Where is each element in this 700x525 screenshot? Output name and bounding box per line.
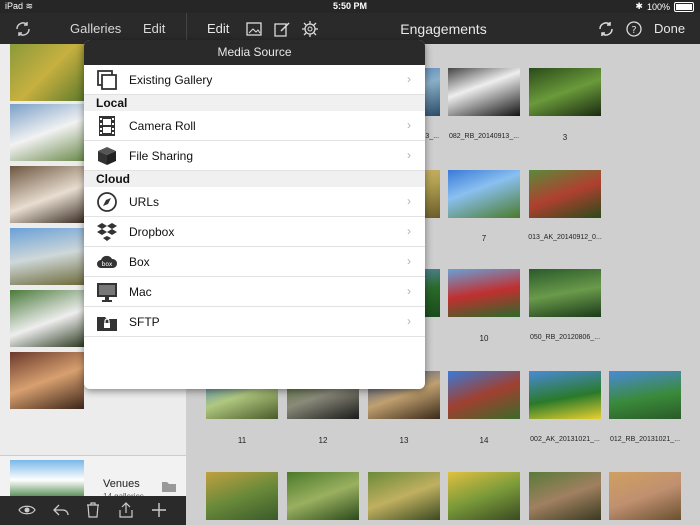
battery-percent: 100%	[646, 1, 670, 12]
media-source-popover: Media Source Existing Gallery › Local Ca…	[84, 40, 425, 389]
mac-label: Mac	[129, 285, 152, 299]
chevron-right-icon: ›	[407, 224, 411, 238]
file-sharing-label: File Sharing	[129, 149, 194, 163]
photo-label: 14	[479, 436, 489, 445]
photo-thumb[interactable]	[529, 269, 601, 317]
chevron-right-icon: ›	[407, 314, 411, 328]
chevron-right-icon: ›	[407, 254, 411, 268]
photo-label: 3	[562, 133, 568, 142]
photo-thumb[interactable]	[609, 371, 681, 419]
chevron-right-icon: ›	[407, 118, 411, 132]
folder-icon	[162, 482, 176, 492]
photo-label: 013_AK_20140912_0...	[528, 234, 602, 241]
lock-folder-icon	[97, 317, 117, 331]
battery-icon	[674, 1, 694, 12]
camera-roll-label: Camera Roll	[129, 119, 196, 133]
photo-thumb[interactable]	[448, 170, 520, 218]
help-icon[interactable]: ?	[625, 20, 643, 38]
chevron-right-icon: ›	[407, 72, 411, 86]
sftp-row[interactable]: SFTP ›	[84, 307, 425, 337]
svg-text:?: ?	[631, 25, 636, 36]
compass-icon	[97, 192, 117, 212]
monitor-icon	[97, 283, 117, 302]
box-label: Box	[129, 255, 150, 269]
gallery-thumb[interactable]	[10, 104, 84, 161]
eye-icon[interactable]	[18, 501, 36, 519]
status-time: 5:50 PM	[332, 1, 367, 11]
chevron-right-icon: ›	[407, 148, 411, 162]
photo-thumb[interactable]	[529, 68, 601, 116]
svg-text:box: box	[102, 261, 113, 268]
mac-row[interactable]: Mac ›	[84, 277, 425, 307]
photo-thumb[interactable]	[368, 472, 440, 520]
photo-thumb[interactable]	[609, 472, 681, 520]
sidebar-edit-button[interactable]: Edit	[143, 21, 165, 36]
gallery-thumb[interactable]	[10, 166, 84, 223]
refresh-icon[interactable]	[597, 20, 615, 38]
bluetooth-icon: ✱	[635, 1, 643, 11]
status-right: ✱ 100%	[635, 1, 694, 12]
gallery-stack-icon	[97, 70, 117, 90]
photo-thumb[interactable]	[206, 472, 278, 520]
sync-settings-icon[interactable]	[14, 20, 32, 38]
photo-label: 7	[481, 234, 487, 243]
gallery-thumb[interactable]	[10, 290, 84, 347]
photo-label: 11	[237, 436, 247, 445]
page-title: Engagements	[400, 21, 487, 37]
popover-title: Media Source	[84, 40, 425, 65]
trash-icon[interactable]	[84, 501, 102, 519]
photo-thumb[interactable]	[448, 68, 520, 116]
photo-label: 10	[479, 334, 489, 343]
photo-thumb[interactable]	[287, 472, 359, 520]
photo-label: 050_RB_20120806_...	[529, 334, 601, 341]
urls-label: URLs	[129, 195, 160, 209]
gallery-thumb[interactable]	[10, 352, 84, 409]
urls-row[interactable]: URLs ›	[84, 187, 425, 217]
photo-label: 082_RB_20140913_...	[448, 133, 520, 140]
photo-label: 002_AK_20131021_...	[530, 436, 600, 443]
done-button[interactable]: Done	[654, 21, 685, 36]
photo-label: 012_RB_20131021_...	[609, 436, 681, 443]
dropbox-row[interactable]: Dropbox ›	[84, 217, 425, 247]
film-strip-icon	[99, 116, 115, 136]
box-package-icon	[98, 147, 116, 165]
existing-gallery-row[interactable]: Existing Gallery ›	[84, 65, 425, 95]
box-cloud-icon: box	[97, 255, 118, 268]
photo-thumb[interactable]	[529, 371, 601, 419]
cloud-section-header: Cloud	[84, 171, 425, 187]
gallery-thumb[interactable]	[10, 228, 84, 285]
share-icon[interactable]	[117, 501, 135, 519]
box-row[interactable]: box Box ›	[84, 247, 425, 277]
file-sharing-row[interactable]: File Sharing ›	[84, 141, 425, 171]
existing-gallery-label: Existing Gallery	[129, 73, 213, 87]
photo-thumb[interactable]	[448, 269, 520, 317]
camera-roll-row[interactable]: Camera Roll ›	[84, 111, 425, 141]
sftp-label: SFTP	[129, 315, 160, 329]
photo-thumb[interactable]	[529, 472, 601, 520]
chevron-right-icon: ›	[407, 284, 411, 298]
reply-icon[interactable]	[52, 501, 70, 519]
chevron-right-icon: ›	[407, 194, 411, 208]
photo-thumb[interactable]	[448, 371, 520, 419]
photo-thumb[interactable]	[529, 170, 601, 218]
photo-label: 12	[318, 436, 328, 445]
status-bar: iPad ≋ 5:50 PM ✱ 100%	[0, 0, 700, 13]
photo-label: 13	[399, 436, 409, 445]
add-icon[interactable]	[150, 501, 168, 519]
venues-title: Venues	[103, 478, 140, 490]
galleries-button[interactable]: Galleries	[70, 21, 121, 36]
sidebar-toolbar	[0, 496, 186, 525]
local-section-header: Local	[84, 95, 425, 111]
dropbox-label: Dropbox	[129, 225, 175, 239]
photo-thumb[interactable]	[448, 472, 520, 520]
dropbox-icon	[97, 223, 117, 241]
gallery-thumb[interactable]	[10, 44, 84, 101]
